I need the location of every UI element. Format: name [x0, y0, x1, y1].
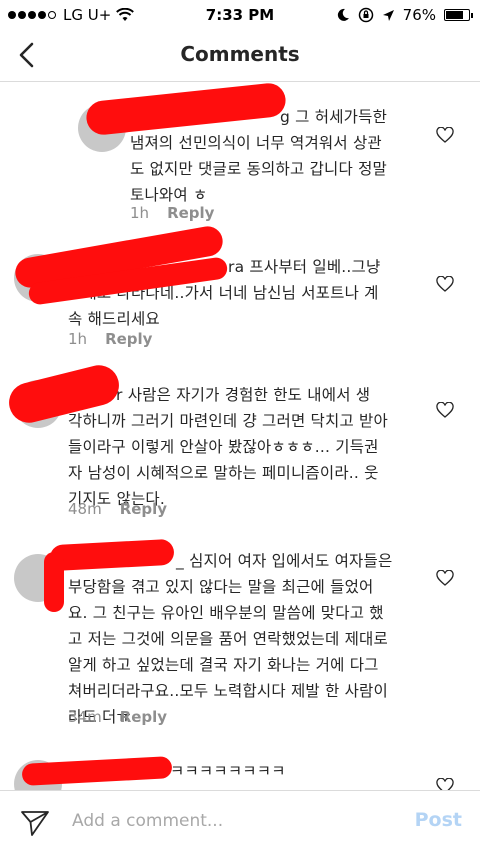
comment-time: 1h	[130, 204, 150, 222]
redaction-mark	[44, 552, 64, 612]
comment-line: 속 해드리세요	[68, 310, 160, 328]
heart-outline-icon[interactable]	[436, 127, 454, 143]
heart-outline-icon[interactable]	[436, 402, 454, 418]
comment-meta: 1h Reply	[68, 330, 152, 348]
reply-button[interactable]: Reply	[167, 204, 214, 222]
moon-icon	[337, 8, 349, 21]
heart-outline-icon[interactable]	[436, 778, 454, 790]
comment-text: _ 심지어 여자 입에서도 여자들은 부당함을 겪고 있지 않다는 말을 최근에…	[68, 548, 458, 730]
comment-line: 쳐버리더라구요..모두 노력합시다 제발 한 사람이	[68, 682, 388, 700]
status-right: 76%	[336, 6, 473, 24]
reply-button[interactable]: Reply	[120, 708, 167, 726]
comment-input[interactable]: Add a comment...	[72, 811, 223, 831]
comment-item: ㅋㅋㅋㅋㅋㅋㅋㅋ	[0, 742, 480, 790]
comment-meta: 48m Reply	[68, 500, 167, 518]
battery-percent: 76%	[402, 6, 436, 24]
comment-line: 알게 하고 싶었는데 결국 자기 화나는 거에 다그	[68, 656, 379, 674]
send-direct-icon[interactable]	[20, 809, 50, 837]
comment-line: 냄져의 선민의식이 너무 역겨워서 상관	[130, 134, 382, 152]
comment-item: r 사람은 자기가 경험한 한도 내에서 생 각하니까 그러기 마련인데 걍 그…	[0, 361, 480, 532]
comment-line: 도 없지만 댓글로 동의하고 갑니다 정말	[130, 160, 387, 178]
page-title: Comments	[180, 42, 300, 66]
location-arrow-icon	[382, 9, 394, 21]
comment-meta: 1h Reply	[130, 204, 214, 222]
comment-time: 34m	[68, 708, 102, 726]
nav-bar: Comments	[0, 30, 480, 82]
post-button[interactable]: Post	[415, 809, 462, 831]
comment-line: 요. 그 친구는 유아인 배우분의 말씀에 맞다고 했	[68, 604, 384, 622]
comment-line: 각하니까 그러기 마련인데 걍 그러면 닥치고 받아	[68, 412, 388, 430]
comment-time: 1h	[68, 330, 88, 348]
comment-compose-bar: Add a comment... Post	[0, 790, 480, 854]
comment-item: _ 심지어 여자 입에서도 여자들은 부당함을 겪고 있지 않다는 말을 최근에…	[0, 532, 480, 742]
comment-time: 48m	[68, 500, 102, 518]
status-bar: LG U+ 7:33 PM 76%	[0, 0, 480, 30]
comment-text: r 사람은 자기가 경험한 한도 내에서 생 각하니까 그러기 마련인데 걍 그…	[68, 382, 458, 512]
comment-line: 고 저는 그것에 의문을 품어 연락했었는데 제대로	[68, 630, 388, 648]
comment-line: 자 남성이 시혜적으로 말하는 페미니즘이라.. 웃	[68, 464, 379, 482]
reply-button[interactable]: Reply	[105, 330, 152, 348]
comment-line: 부당함을 겪고 있지 않다는 말을 최근에 들었어	[68, 578, 374, 596]
comment-item: ra 프사부터 일베..그냥 그대로 나타나네..가서 너네 남신님 서포트나 …	[0, 223, 480, 362]
orientation-lock-icon	[358, 7, 373, 23]
battery-icon	[444, 9, 473, 21]
heart-outline-icon[interactable]	[436, 570, 454, 586]
comment-meta: 34m Reply	[68, 708, 167, 726]
comment-item: g 그 허세가득한 냄져의 선민의식이 너무 역겨워서 상관 도 없지만 댓글로…	[0, 81, 480, 232]
reply-button[interactable]: Reply	[120, 500, 167, 518]
heart-outline-icon[interactable]	[436, 276, 454, 292]
comment-line: 들이라구 이렇게 안살아 봤잖아ㅎㅎㅎ... 기득권	[68, 438, 379, 456]
comment-line: r 사람은 자기가 경험한 한도 내에서 생	[116, 386, 371, 404]
